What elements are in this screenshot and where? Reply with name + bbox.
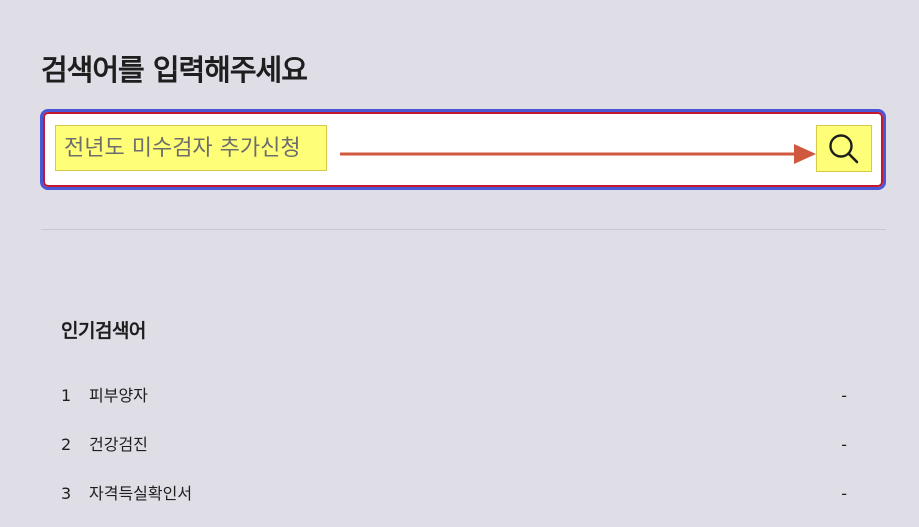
keyword-rank: 2 <box>61 435 72 454</box>
keyword-trend: - <box>841 386 847 405</box>
popular-keywords-list: 1 피부양자 - 2 건강검진 - 3 자격득실확인서 - <box>61 380 847 527</box>
keyword-link[interactable]: 피부양자 <box>89 380 827 412</box>
keyword-link[interactable]: 건강검진 <box>89 429 827 461</box>
keyword-trend: - <box>841 484 847 503</box>
keyword-rank: 3 <box>61 484 72 503</box>
search-box <box>40 109 886 190</box>
page-title: 검색어를 입력해주세요 <box>41 53 308 87</box>
keyword-rank: 1 <box>61 386 72 405</box>
search-input[interactable] <box>64 135 318 161</box>
search-button[interactable] <box>816 125 872 172</box>
divider <box>41 229 886 230</box>
popular-keyword-item[interactable]: 1 피부양자 - <box>61 380 847 429</box>
popular-keyword-item[interactable]: 3 자격득실확인서 - <box>61 478 847 527</box>
popular-keyword-item[interactable]: 2 건강검진 - <box>61 429 847 478</box>
keyword-trend: - <box>841 435 847 454</box>
keyword-link[interactable]: 자격득실확인서 <box>89 478 827 510</box>
arrow-right-icon <box>340 144 816 164</box>
popular-keywords-title: 인기검색어 <box>61 320 146 342</box>
search-icon <box>829 133 859 163</box>
search-input-highlight[interactable] <box>55 125 327 171</box>
